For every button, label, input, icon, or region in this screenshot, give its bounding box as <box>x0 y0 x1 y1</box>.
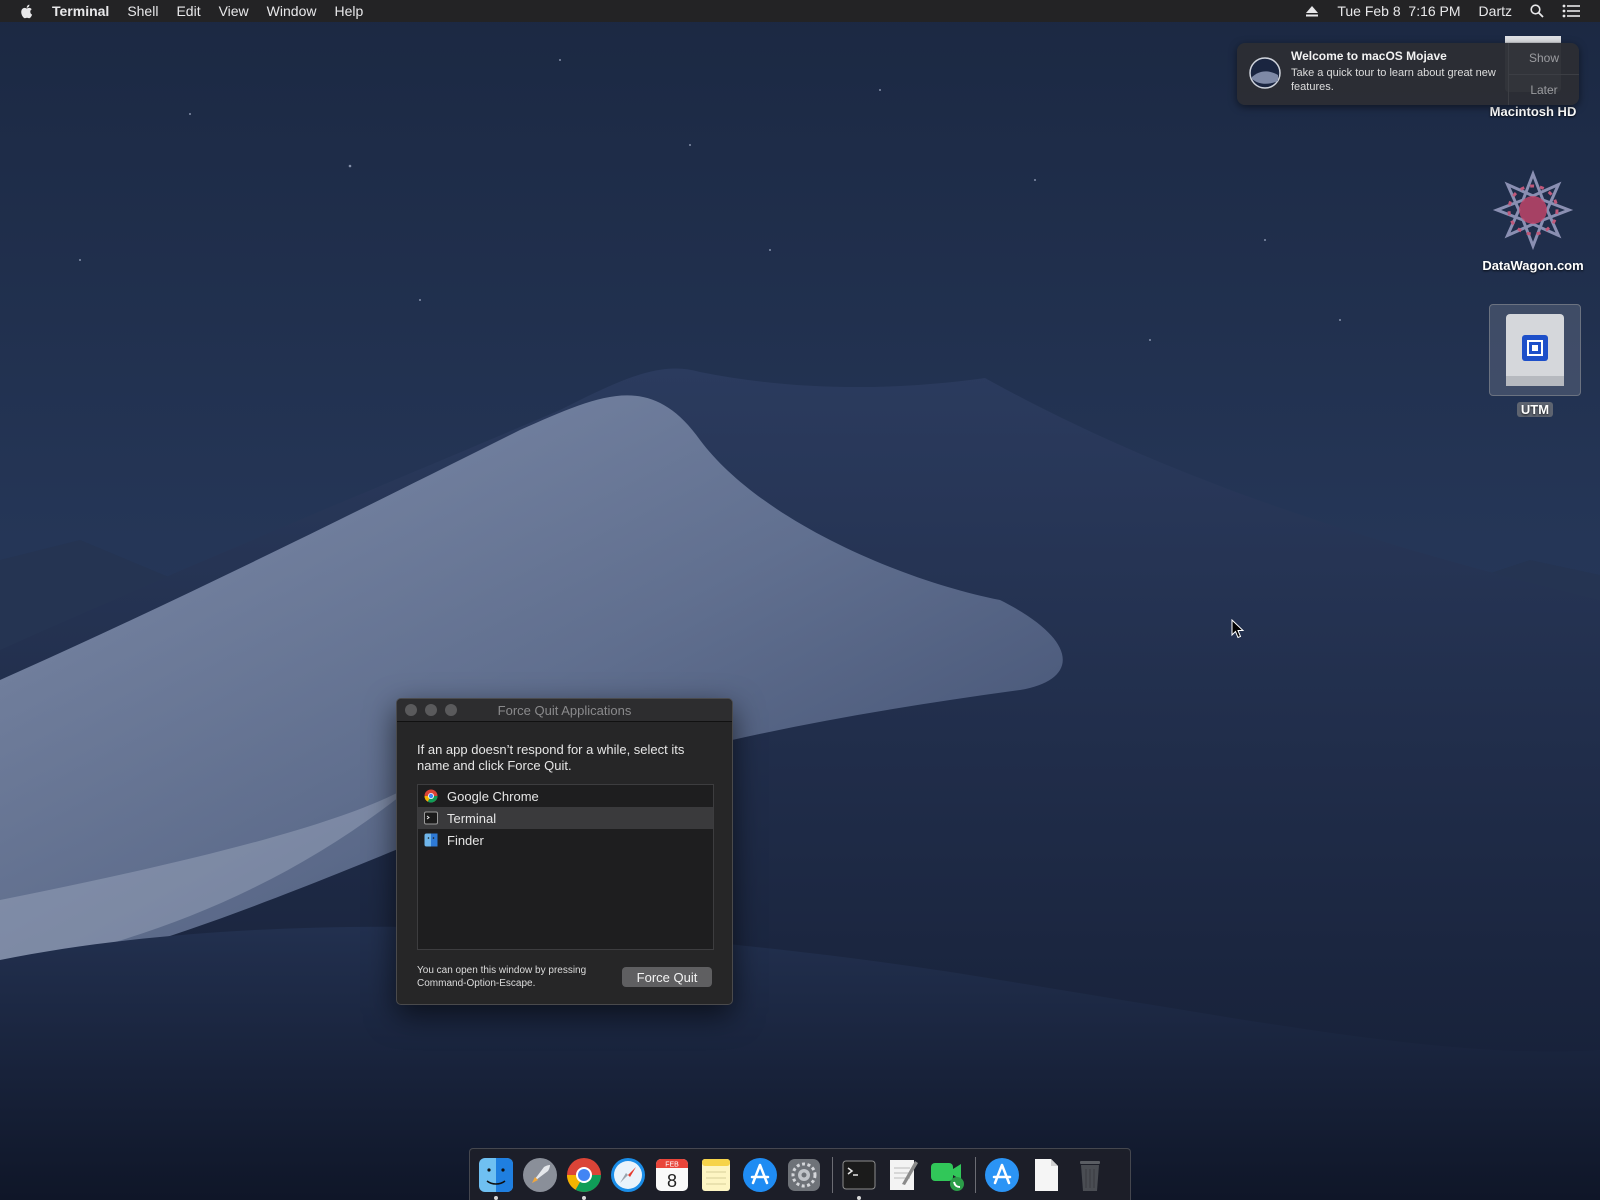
app-store-folder-icon <box>985 1157 1019 1192</box>
app-name: Finder <box>447 832 484 848</box>
icon-selection-frame <box>1489 304 1581 396</box>
eject-icon[interactable] <box>1305 5 1319 17</box>
menu-window[interactable]: Window <box>267 3 317 19</box>
force-quit-description: If an app doesn’t respond for a while, s… <box>417 742 685 773</box>
dock: FEB 8 <box>469 1148 1131 1200</box>
compass-icon <box>611 1157 645 1192</box>
dock-finder[interactable] <box>478 1157 514 1200</box>
dock-system-preferences[interactable] <box>786 1157 822 1193</box>
calendar-day: 8 <box>667 1171 677 1191</box>
chrome-icon <box>567 1157 601 1192</box>
dock-notes[interactable] <box>698 1157 734 1193</box>
notification-title: Welcome to macOS Mojave <box>1291 49 1447 63</box>
app-store-icon <box>743 1157 777 1192</box>
running-indicator <box>494 1195 498 1200</box>
window-titlebar[interactable]: Force Quit Applications <box>397 699 732 722</box>
document-icon <box>1035 1158 1058 1191</box>
calendar-month: FEB <box>665 1161 679 1168</box>
menu-app-name[interactable]: Terminal <box>52 3 109 19</box>
finder-icon <box>479 1157 513 1192</box>
notes-icon <box>702 1158 730 1191</box>
notification-center-icon[interactable] <box>1562 4 1580 18</box>
desktop-icon-label: DataWagon.com <box>1482 258 1584 273</box>
datawagon-icon <box>1492 169 1574 251</box>
notification-body: Take a quick tour to learn about great n… <box>1291 67 1496 93</box>
dock-chrome[interactable] <box>566 1157 602 1200</box>
rocket-icon <box>523 1157 557 1192</box>
dock-textedit[interactable] <box>885 1157 921 1193</box>
desktop-wallpaper <box>0 0 1600 1200</box>
app-row-finder[interactable]: Finder <box>418 829 713 851</box>
mouse-cursor-icon <box>1231 619 1245 639</box>
gear-icon <box>788 1158 820 1191</box>
calendar-icon: FEB 8 <box>656 1158 688 1191</box>
menu-help[interactable]: Help <box>334 3 363 19</box>
terminal-icon <box>842 1160 876 1189</box>
running-indicator <box>582 1195 586 1200</box>
mojave-icon <box>1249 57 1281 89</box>
notification-show-button[interactable]: Show <box>1509 43 1579 75</box>
force-quit-hint: You can open this window by pressing Com… <box>417 965 587 989</box>
utm-disk-icon <box>1506 314 1564 386</box>
desktop-icon-datawagon[interactable]: DataWagon.com <box>1470 168 1596 273</box>
trash-icon <box>1080 1160 1100 1191</box>
dock-separator <box>975 1156 976 1193</box>
app-name: Terminal <box>447 810 497 826</box>
finder-icon <box>424 833 438 847</box>
menu-clock[interactable]: Tue Feb 8 7:16 PM <box>1337 3 1460 19</box>
dock-safari[interactable] <box>610 1157 646 1193</box>
dock-trash[interactable] <box>1072 1157 1108 1193</box>
desktop-icon-label: UTM <box>1516 402 1554 417</box>
desktop-icon-label: Macintosh HD <box>1489 104 1577 119</box>
menu-view[interactable]: View <box>219 3 249 19</box>
dock-documents[interactable] <box>1028 1157 1064 1193</box>
notification-banner[interactable]: Welcome to macOS Mojave Take a quick tou… <box>1237 43 1579 105</box>
running-indicator <box>857 1195 861 1200</box>
dock-app-store[interactable] <box>742 1157 778 1193</box>
facetime-icon <box>931 1162 964 1191</box>
menu-user[interactable]: Dartz <box>1479 3 1512 19</box>
document-pen-icon <box>890 1159 918 1190</box>
terminal-icon <box>424 811 438 825</box>
dock-terminal[interactable] <box>841 1157 877 1200</box>
chrome-icon <box>424 789 438 803</box>
menu-edit[interactable]: Edit <box>176 3 200 19</box>
app-name: Google Chrome <box>447 788 539 804</box>
desktop-icon-utm[interactable]: UTM <box>1488 304 1582 417</box>
menu-shell[interactable]: Shell <box>127 3 158 19</box>
dock-applications-folder[interactable] <box>984 1157 1020 1193</box>
force-quit-button[interactable]: Force Quit <box>622 967 712 987</box>
apple-icon[interactable] <box>18 2 36 20</box>
app-row-google-chrome[interactable]: Google Chrome <box>418 785 713 807</box>
dock-separator <box>832 1156 833 1193</box>
dock-launchpad[interactable] <box>522 1157 558 1193</box>
menu-bar: Terminal Shell Edit View Window Help Tue… <box>0 0 1600 22</box>
force-quit-window: Force Quit Applications If an app doesn’… <box>396 698 733 1005</box>
dock-calendar[interactable]: FEB 8 <box>654 1157 690 1193</box>
spotlight-search-icon[interactable] <box>1530 4 1544 18</box>
notification-later-button[interactable]: Later <box>1509 75 1579 106</box>
dock-facetime[interactable] <box>929 1157 965 1193</box>
app-list[interactable]: Google Chrome Terminal Finder <box>417 784 714 950</box>
window-title: Force Quit Applications <box>497 702 632 718</box>
app-row-terminal[interactable]: Terminal <box>418 807 713 829</box>
